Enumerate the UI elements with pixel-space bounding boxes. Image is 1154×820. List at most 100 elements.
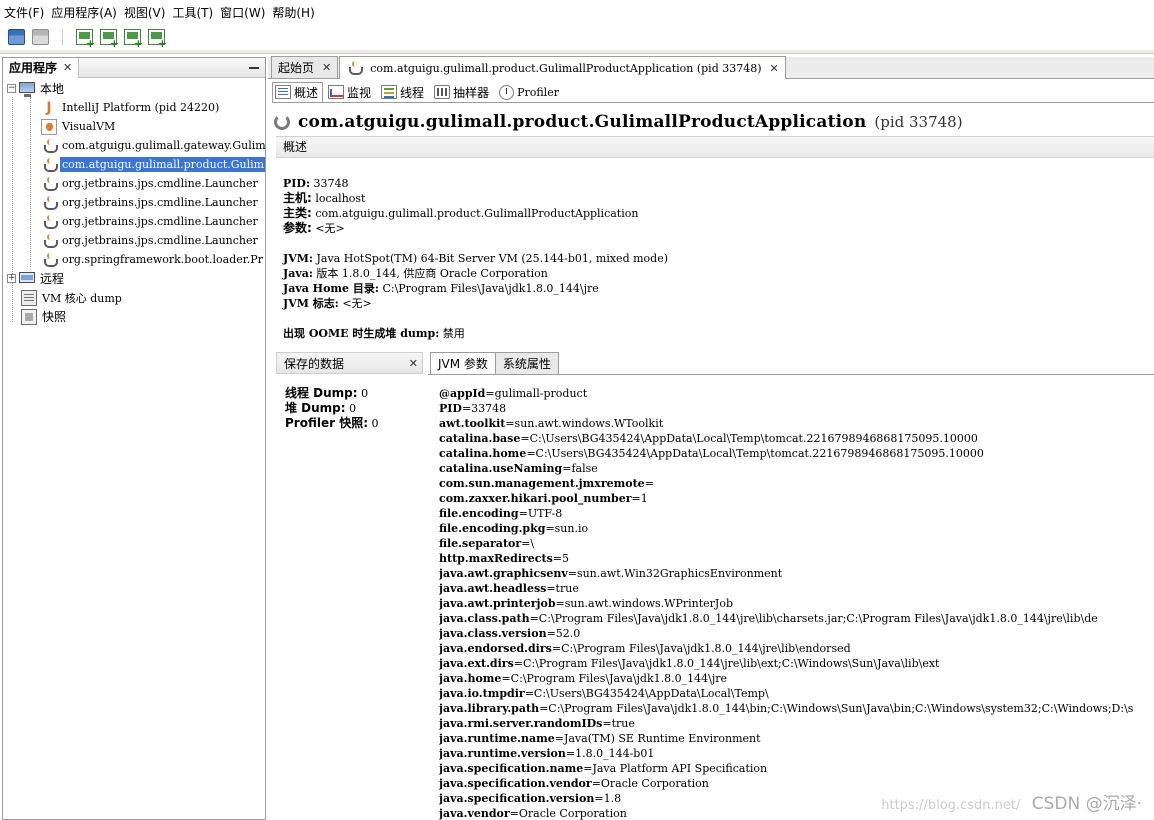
add-host-icon[interactable]: [76, 29, 95, 50]
property-key: com.zaxxer.hikari.pool_number: [439, 492, 632, 505]
property-row: java.specification.name=Java Platform AP…: [439, 761, 1154, 776]
tree-node-core-dump[interactable]: VM 核心 dump: [21, 288, 124, 307]
tree-node-label: org.springframework.boot.loader.Pr: [62, 253, 263, 266]
tree-node-app-selected[interactable]: com.atguigu.gulimall.product.Gulim: [41, 155, 265, 174]
applications-tab[interactable]: 应用程序 ✕: [3, 57, 80, 78]
saved-data-header[interactable]: 保存的数据 ✕: [276, 352, 423, 374]
menu-window[interactable]: 窗口(W): [218, 0, 270, 26]
info-value: C:\Program Files\Java\jdk1.8.0_144\jre: [382, 282, 599, 295]
tree-node-app[interactable]: org.springframework.boot.loader.Pr: [41, 250, 265, 269]
tree-node-app[interactable]: org.jetbrains.jps.cmdline.Launcher: [41, 174, 260, 193]
profiler-icon: [499, 84, 515, 100]
info-main-class: 主类: com.atguigu.gulimall.product.Gulimal…: [283, 206, 638, 221]
menu-tools[interactable]: 工具(T): [170, 0, 218, 26]
info-java-home: Java Home 目录: C:\Program Files\Java\jdk1…: [283, 281, 668, 296]
info-label: Java Home 目录:: [283, 282, 379, 295]
property-key: catalina.base: [439, 432, 521, 445]
close-icon[interactable]: ✕: [63, 61, 72, 74]
close-icon[interactable]: ✕: [770, 62, 779, 75]
tab-profiler[interactable]: Profiler: [496, 82, 564, 103]
tab-jvm-arguments[interactable]: JVM 参数: [430, 352, 496, 374]
property-value: =false: [562, 462, 598, 475]
info-label: 主机:: [283, 191, 312, 205]
tree-node-app[interactable]: VisualVM: [41, 117, 117, 136]
add-snapshot-icon[interactable]: [148, 29, 167, 50]
tab-monitor[interactable]: 监视: [325, 82, 376, 103]
property-value: =C:\Users\BG435424\AppData\Local\Temp\to…: [526, 447, 984, 460]
applications-tab-label: 应用程序: [9, 61, 58, 75]
property-value: =true: [602, 717, 635, 730]
tab-start-page[interactable]: 起始页 ✕: [271, 56, 339, 78]
property-row: file.encoding.pkg=sun.io: [439, 521, 1154, 536]
tree-node-label: IntelliJ Platform (pid 24220): [62, 101, 220, 114]
collapse-icon[interactable]: −: [7, 84, 16, 93]
add-jmx-icon[interactable]: [100, 29, 119, 50]
tab-sampler[interactable]: 抽样器: [431, 82, 494, 103]
property-key: java.ext.dirs: [439, 657, 514, 670]
computer-icon: [19, 81, 35, 97]
add-dump-icon[interactable]: [124, 29, 143, 50]
tree-node-remote[interactable]: + 远程: [7, 269, 66, 288]
page-title: com.atguigu.gulimall.product.GulimallPro…: [274, 112, 963, 132]
info-jvm: JVM: Java HotSpot(TM) 64-Bit Server VM (…: [283, 251, 668, 266]
property-row: file.encoding=UTF-8: [439, 506, 1154, 521]
property-row: java.awt.graphicsenv=sun.awt.Win32Graphi…: [439, 566, 1154, 581]
tab-system-properties[interactable]: 系统属性: [494, 352, 559, 374]
property-row: http.maxRedirects=5: [439, 551, 1154, 566]
tab-threads[interactable]: 线程: [378, 82, 429, 103]
property-key: java.specification.vendor: [439, 777, 592, 790]
tree-node-label: 快照: [42, 310, 67, 324]
tree-node-app[interactable]: org.jetbrains.jps.cmdline.Launcher: [41, 193, 260, 212]
tab-label: Profiler: [517, 85, 559, 99]
tab-overview[interactable]: 概述: [272, 81, 324, 103]
close-icon[interactable]: ✕: [322, 61, 331, 74]
tree-node-local[interactable]: − 本地: [7, 79, 66, 98]
tab-label: 线程: [400, 85, 425, 100]
tree-node-snapshots[interactable]: 快照: [21, 307, 68, 326]
property-key: @appId: [439, 387, 486, 400]
info-java: Java: 版本 1.8.0_144, 供应商 Oracle Corporati…: [283, 266, 668, 281]
menu-view[interactable]: 视图(V): [122, 0, 171, 26]
info-value: Java HotSpot(TM) 64-Bit Server VM (25.14…: [316, 252, 669, 265]
main-panel: 起始页 ✕ com.atguigu.gulimall.product.Gulim…: [268, 56, 1154, 820]
java-icon: [41, 214, 58, 230]
intellij-icon: J: [46, 99, 52, 116]
process-info: PID: 33748 主机: localhost 主类: com.atguigu…: [283, 176, 638, 236]
property-value: =Java(TM) SE Runtime Environment: [554, 732, 761, 745]
tree-node-label: org.jetbrains.jps.cmdline.Launcher: [62, 234, 258, 247]
open-icon[interactable]: [8, 29, 25, 45]
expand-icon[interactable]: +: [7, 274, 16, 283]
property-key: java.rmi.server.randomIDs: [439, 717, 603, 730]
property-row: java.class.path=C:\Program Files\Java\jd…: [439, 611, 1154, 626]
tree-node-app[interactable]: org.jetbrains.jps.cmdline.Launcher: [41, 231, 260, 250]
overview-section-header[interactable]: 概述: [276, 136, 1154, 158]
property-key: java.awt.printerjob: [439, 597, 556, 610]
property-row: java.class.version=52.0: [439, 626, 1154, 641]
tree-node-label: VisualVM: [62, 120, 116, 133]
save-icon[interactable]: [32, 29, 49, 45]
minimize-icon[interactable]: [249, 62, 259, 72]
property-value: =\: [521, 537, 535, 550]
tree-node-app[interactable]: J IntelliJ Platform (pid 24220): [41, 98, 221, 117]
property-row: java.library.path=C:\Program Files\Java\…: [439, 701, 1154, 716]
tree-node-label: VM 核心 dump: [42, 291, 122, 305]
tree-node-app[interactable]: com.atguigu.gulimall.gateway.Gulim: [41, 136, 265, 155]
info-value: 0: [361, 387, 369, 400]
info-value: 版本 1.8.0_144, 供应商 Oracle Corporation: [316, 267, 548, 280]
applications-tree: − 本地 J IntelliJ Platform (pid 24220) Vis…: [3, 79, 265, 819]
menu-file[interactable]: 文件(F): [2, 0, 49, 26]
close-icon[interactable]: ✕: [409, 357, 418, 370]
java-icon: [41, 233, 58, 249]
property-value: =sun.io: [545, 522, 589, 535]
oome-info: 出现 OOME 时生成堆 dump: 禁用: [283, 326, 465, 341]
core-dump-icon: [21, 289, 37, 306]
menu-help[interactable]: 帮助(H): [270, 0, 319, 26]
info-label: 出现 OOME 时生成堆 dump:: [283, 327, 440, 340]
tab-application[interactable]: com.atguigu.gulimall.product.GulimallPro…: [339, 56, 786, 79]
toolbar: [0, 26, 1154, 50]
saved-heap-dumps: 堆 Dump: 0: [285, 401, 379, 416]
property-key: java.library.path: [439, 702, 540, 715]
menu-applications[interactable]: 应用程序(A): [49, 0, 122, 26]
tree-node-app[interactable]: org.jetbrains.jps.cmdline.Launcher: [41, 212, 260, 231]
info-value: <无>: [315, 222, 345, 235]
